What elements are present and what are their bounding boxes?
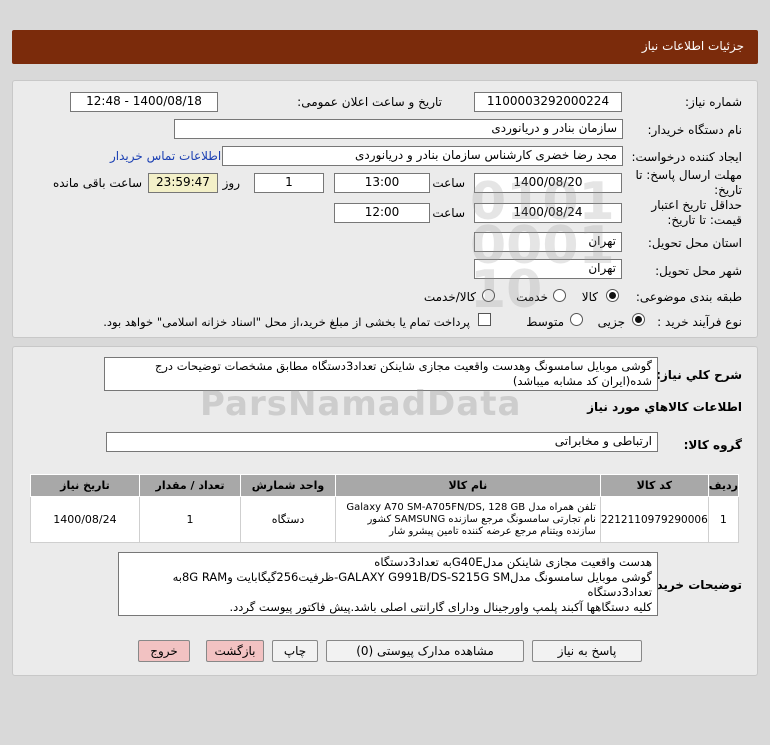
process-radio-medium[interactable]: [570, 313, 583, 326]
col-unit: واحد شمارش: [240, 474, 336, 497]
province-field: تهران: [474, 232, 622, 252]
deadline-date-field: 1400/08/20: [474, 173, 622, 193]
treasury-payment-note: پرداخت تمام یا بخشی از مبلغ خرید،از محل …: [103, 315, 470, 329]
table-header-row: ردیف کد کالا نام کالا واحد شمارش تعداد /…: [30, 474, 740, 497]
deadline-hour-label: ساعت: [432, 176, 465, 190]
buyer-notes-field: هدست واقعیت مجازی شاینکن مدلG40Eبه تعداد…: [118, 552, 658, 616]
remaining-label: ساعت باقی مانده: [52, 176, 142, 190]
validity-date-field: 1400/08/24: [474, 203, 622, 223]
table-row: 1 2212110979290006 تلفن همراه مدل Galaxy…: [30, 496, 740, 543]
category-radio-service[interactable]: [553, 289, 566, 302]
cell-unit: دستگاه: [240, 496, 336, 543]
treasury-payment-checkbox[interactable]: [478, 313, 491, 326]
goods-group-label: گروه کالا:: [683, 438, 742, 452]
category-option-goods-service: کالا/خدمت: [423, 290, 476, 304]
category-option-service: خدمت: [516, 290, 548, 304]
validity-label-2: قیمت: تا تاریخ:: [667, 213, 742, 227]
cell-code: 2212110979290006: [599, 496, 709, 543]
cell-index: 1: [707, 496, 740, 543]
province-label: استان محل تحویل:: [647, 236, 742, 250]
goods-section-title: اطلاعات کالاهاي مورد نياز: [587, 400, 742, 414]
announce-field: 1400/08/18 - 12:48: [70, 92, 218, 112]
buyer-org-field: سازمان بنادر و دریانوردی: [174, 119, 623, 139]
col-qty: تعداد / مقدار: [138, 474, 242, 497]
need-number-label: شماره نیاز:: [685, 95, 742, 109]
need-number-field: 1100003292000224: [474, 92, 622, 112]
cell-date: 1400/08/24: [30, 496, 140, 543]
cell-qty: 1: [138, 496, 242, 543]
back-button[interactable]: بازگشت: [206, 640, 264, 662]
reply-button[interactable]: پاسخ به نیاز: [532, 640, 642, 662]
summary-label: شرح کلي نياز:: [656, 368, 742, 382]
category-radio-goods[interactable]: [606, 289, 619, 302]
buyer-note-line: کلیه دستگاهها آکبند پلمپ واورجینال ودارا…: [229, 600, 652, 614]
category-radio-goods-service[interactable]: [482, 289, 495, 302]
deadline-days-field: 1: [254, 173, 324, 193]
announce-label: تاریخ و ساعت اعلان عمومی:: [297, 95, 442, 109]
col-code: کد کالا: [599, 474, 709, 497]
deadline-hour-field: 13:00: [334, 173, 430, 193]
goods-table: ردیف کد کالا نام کالا واحد شمارش تعداد /…: [30, 474, 740, 543]
validity-label: حداقل تاریخ اعتبار: [651, 198, 742, 212]
col-date: تاریخ نیاز: [30, 474, 140, 497]
col-name: نام کالا: [334, 474, 601, 497]
attachments-button[interactable]: مشاهده مدارک پیوستی (0): [326, 640, 524, 662]
buyer-note-line: هدست واقعیت مجازی شاینکن مدلG40Eبه تعداد…: [374, 555, 652, 569]
exit-button[interactable]: خروج: [138, 640, 190, 662]
validity-hour-label: ساعت: [432, 206, 465, 220]
requester-field: مجد رضا خضری کارشناس سازمان بنادر و دریا…: [222, 146, 623, 166]
process-label: نوع فرآیند خرید :: [657, 315, 742, 329]
buyer-org-label: نام دستگاه خریدار:: [647, 123, 743, 137]
buyer-note-line: تعداد3دستگاه: [587, 585, 652, 599]
summary-field: گوشی موبایل سامسونگ وهدست واقعیت مجازی ش…: [104, 357, 658, 391]
page-title: جزئیات اطلاعات نیاز: [641, 39, 744, 53]
deadline-label: مهلت ارسال پاسخ: تا: [635, 168, 742, 182]
validity-hour-field: 12:00: [334, 203, 430, 223]
requester-label: ایجاد کننده درخواست:: [631, 150, 742, 164]
remaining-time-field: 23:59:47: [148, 173, 218, 193]
page-header: جزئیات اطلاعات نیاز: [12, 30, 758, 64]
deadline-label-2: تاریخ:: [714, 183, 742, 197]
city-field: تهران: [474, 259, 622, 279]
category-label: طبقه بندی موضوعی:: [635, 290, 742, 304]
print-button[interactable]: چاپ: [272, 640, 318, 662]
goods-group-field: ارتباطی و مخابراتی: [106, 432, 658, 452]
process-option-medium: متوسط: [526, 315, 564, 329]
cell-name: تلفن همراه مدل Galaxy A70 SM-A705FN/DS, …: [334, 496, 601, 543]
col-index: ردیف: [707, 474, 740, 497]
city-label: شهر محل تحویل:: [655, 264, 742, 278]
buyer-contact-link[interactable]: اطلاعات تماس خریدار: [110, 149, 221, 163]
buyer-note-line: گوشی موبایل سامسونگ مدلGALAXY G991B/DS-S…: [172, 570, 652, 584]
category-option-goods: کالا: [581, 290, 598, 304]
process-radio-minor[interactable]: [632, 313, 645, 326]
process-option-minor: جزیی: [597, 315, 625, 329]
